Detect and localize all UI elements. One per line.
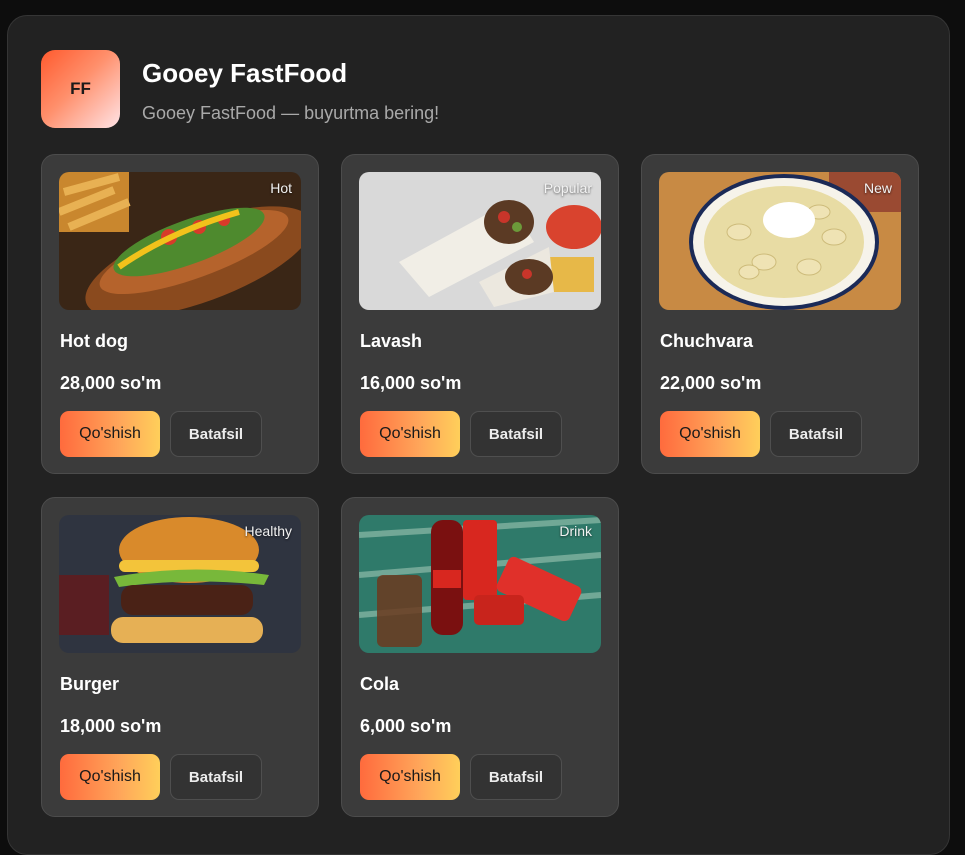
add-to-cart-button[interactable]: Qo'shish xyxy=(360,411,460,457)
lavash-image: Popular xyxy=(359,172,601,310)
burger-image: Healthy xyxy=(59,515,301,653)
product-card-lavash: Popular Lavash 16,000 so'm Qo'shish Bata… xyxy=(341,154,619,474)
app-title: Gooey FastFood xyxy=(142,58,348,88)
add-to-cart-button[interactable]: Qo'shish xyxy=(60,754,160,800)
details-button[interactable]: Batafsil xyxy=(470,754,562,800)
add-to-cart-button[interactable]: Qo'shish xyxy=(360,754,460,800)
product-price: 22,000 so'm xyxy=(660,373,762,393)
product-card-hot-dog: Hot Hot dog 28,000 so'm Qo'shish Batafsi… xyxy=(41,154,319,474)
app-panel: FF Gooey FastFood Gooey FastFood — buyur… xyxy=(7,15,950,855)
details-button[interactable]: Batafsil xyxy=(470,411,562,457)
product-name: Cola xyxy=(360,674,400,694)
chuchvara-image: New xyxy=(659,172,901,310)
tag-badge: Popular xyxy=(543,180,592,196)
product-name: Lavash xyxy=(360,331,423,351)
product-card-cola: Drink Cola 6,000 so'm Qo'shish Batafsil xyxy=(341,497,619,817)
product-price: 18,000 so'm xyxy=(60,716,162,736)
product-price: 16,000 so'm xyxy=(360,373,462,393)
header: FF Gooey FastFood Gooey FastFood — buyur… xyxy=(41,50,439,128)
app-subtitle: Gooey FastFood — buyurtma bering! xyxy=(142,103,440,123)
tag-badge: New xyxy=(863,180,892,196)
tag-badge: Drink xyxy=(559,523,592,539)
product-name: Burger xyxy=(60,674,120,694)
tag-badge: Healthy xyxy=(244,523,292,539)
logo: FF xyxy=(41,50,120,128)
product-name: Chuchvara xyxy=(660,331,754,351)
details-button[interactable]: Batafsil xyxy=(170,754,262,800)
add-to-cart-button[interactable]: Qo'shish xyxy=(60,411,160,457)
details-button[interactable]: Batafsil xyxy=(170,411,262,457)
details-button[interactable]: Batafsil xyxy=(770,411,862,457)
product-name: Hot dog xyxy=(60,331,128,351)
product-price: 6,000 so'm xyxy=(360,716,452,736)
add-to-cart-button[interactable]: Qo'shish xyxy=(660,411,760,457)
product-card-chuchvara: New Chuchvara 22,000 so'm Qo'shish Bataf… xyxy=(641,154,919,474)
tag-badge: Hot xyxy=(270,180,292,196)
logo-text: FF xyxy=(70,79,91,98)
hot-dog-image: Hot xyxy=(59,172,301,310)
product-card-burger: Healthy Burger 18,000 so'm Qo'shish Bata… xyxy=(41,497,319,817)
cola-image: Drink xyxy=(359,515,601,653)
product-price: 28,000 so'm xyxy=(60,373,162,393)
